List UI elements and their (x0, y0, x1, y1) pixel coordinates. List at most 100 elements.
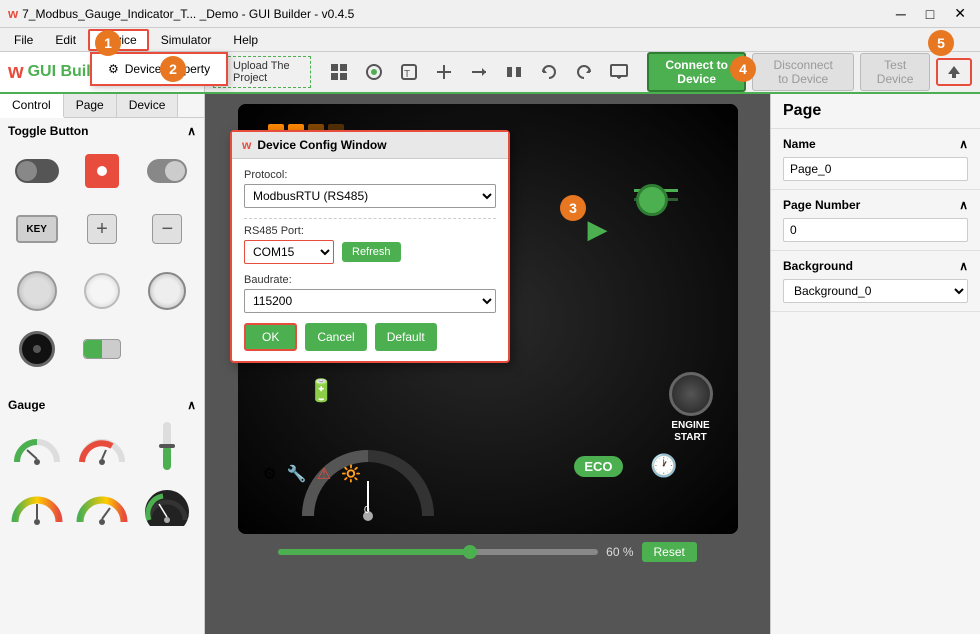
toolbar-icon-1[interactable] (323, 59, 355, 85)
page-number-chevron: ∧ (959, 198, 968, 212)
gauge-item-1[interactable] (8, 420, 67, 472)
test-button[interactable]: Test Device (860, 53, 930, 91)
gauge-section: Gauge ∧ (0, 392, 204, 536)
tab-page[interactable]: Page (64, 94, 117, 117)
gauge-section-label: Gauge (8, 398, 45, 412)
dialog-divider (244, 218, 496, 219)
gauge-item-4[interactable] (8, 478, 67, 530)
toggle-items-grid: KEY + − (8, 146, 196, 254)
rs485-field: RS485 Port: COM15 Refresh (244, 225, 496, 264)
page-name-input[interactable] (783, 157, 968, 181)
tab-control[interactable]: Control (0, 94, 64, 118)
device-config-dialog: w Device Config Window Protocol: ModbusR… (230, 130, 510, 363)
dash-green-indicator (636, 184, 668, 216)
maximize-button[interactable]: □ (920, 5, 940, 22)
baudrate-label: Baudrate: (244, 274, 496, 286)
toolbar-icon-4[interactable] (428, 59, 460, 85)
widget-toggle-1[interactable] (8, 146, 65, 196)
svg-text:0: 0 (364, 505, 370, 516)
dash-engine-area: ENGINESTART (669, 372, 713, 444)
background-section: Background ∧ Background_0 (771, 251, 980, 312)
baudrate-field: Baudrate: 115200 (244, 274, 496, 313)
app-icon: w (8, 6, 18, 21)
background-chevron: ∧ (959, 259, 968, 273)
dialog-title-text: Device Config Window (257, 138, 386, 152)
toolbar-center: T (319, 52, 639, 92)
slider-bar: 60 % Reset (278, 542, 697, 562)
menu-bar: File Edit Device Simulator Help (0, 28, 980, 52)
gauge-item-3[interactable] (137, 420, 196, 472)
cancel-button[interactable]: Cancel (305, 323, 366, 351)
protocol-field: Protocol: ModbusRTU (RS485) (244, 169, 496, 208)
toolbar-icon-redo[interactable] (568, 59, 600, 85)
widget-slider-1[interactable] (139, 146, 196, 196)
page-number-input[interactable] (783, 218, 968, 242)
widget-round-4[interactable] (8, 324, 65, 374)
upload-label: Upload The Project (233, 60, 302, 84)
dash-clock-icon: 🕐 (650, 453, 677, 479)
badge-2: 2 (160, 56, 186, 82)
dash-arrow-right: ▶ (588, 214, 608, 245)
page-number-header[interactable]: Page Number ∧ (783, 198, 968, 212)
gear-icon: ⚙ (108, 62, 119, 76)
rs485-label: RS485 Port: (244, 225, 496, 237)
toggle-section-header[interactable]: Toggle Button ∧ (8, 124, 196, 138)
widget-round-2[interactable] (73, 266, 130, 316)
widget-round-1[interactable] (8, 266, 65, 316)
port-select[interactable]: COM15 (244, 240, 334, 264)
gauge-chevron-icon: ∧ (187, 398, 196, 412)
reset-button[interactable]: Reset (642, 542, 697, 562)
protocol-select[interactable]: ModbusRTU (RS485) (244, 184, 496, 208)
toolbar-icon-undo[interactable] (533, 59, 565, 85)
zoom-slider-track[interactable] (278, 549, 598, 555)
widget-minus[interactable]: − (139, 204, 196, 254)
dialog-body: Protocol: ModbusRTU (RS485) RS485 Port: … (232, 159, 508, 361)
right-panel-title: Page (771, 94, 980, 129)
name-section-header[interactable]: Name ∧ (783, 137, 968, 151)
gauge-item-6[interactable] (137, 478, 196, 530)
close-button[interactable]: ✕ (948, 5, 972, 22)
background-header[interactable]: Background ∧ (783, 259, 968, 273)
dash-eco: ECO (574, 459, 622, 474)
widget-round-5[interactable] (73, 324, 130, 374)
toolbar-icon-monitor[interactable] (603, 59, 635, 85)
toolbar-icon-3[interactable]: T (393, 59, 425, 85)
menu-help[interactable]: Help (223, 31, 268, 49)
tab-device[interactable]: Device (117, 94, 179, 117)
page-number-label: Page Number (783, 198, 860, 212)
name-label: Name (783, 137, 816, 151)
rs485-row: COM15 Refresh (244, 240, 496, 264)
gauge-item-2[interactable] (73, 420, 132, 472)
dash-warning-icons: ⚙ 🔧 ⚠ 🔆 (263, 464, 362, 484)
gauge-section-header[interactable]: Gauge ∧ (8, 398, 196, 412)
background-select[interactable]: Background_0 (783, 279, 968, 303)
gauge-item-5[interactable] (73, 478, 132, 530)
name-section: Name ∧ (771, 129, 980, 190)
menu-edit[interactable]: Edit (45, 31, 86, 49)
default-button[interactable]: Default (375, 323, 437, 351)
widget-toggle-2[interactable] (73, 146, 130, 196)
badge-5: 5 (928, 30, 954, 56)
widget-round-3[interactable] (139, 266, 196, 316)
svg-text:T: T (404, 69, 410, 80)
toolbar-icon-2[interactable] (358, 59, 390, 85)
menu-simulator[interactable]: Simulator (151, 31, 222, 49)
toolbar-icon-6[interactable] (498, 59, 530, 85)
sidebar: Control Page Device Toggle Button ∧ (0, 94, 205, 634)
page-number-section: Page Number ∧ (771, 190, 980, 251)
upload-button[interactable] (936, 58, 972, 86)
baudrate-select[interactable]: 115200 (244, 289, 496, 313)
title-bar: w 7_Modbus_Gauge_Indicator_T... _Demo - … (0, 0, 980, 28)
refresh-button[interactable]: Refresh (342, 242, 401, 262)
toolbar-icon-5[interactable] (463, 59, 495, 85)
gauge-grid (8, 420, 196, 530)
widget-plus[interactable]: + (73, 204, 130, 254)
widget-key[interactable]: KEY (8, 204, 65, 254)
sidebar-tabs: Control Page Device (0, 94, 204, 118)
disconnect-button[interactable]: Disconnect to Device (752, 53, 854, 91)
minimize-button[interactable]: ─ (890, 5, 912, 22)
menu-file[interactable]: File (4, 31, 43, 49)
badge-1: 1 (95, 30, 121, 56)
ok-button[interactable]: OK (244, 323, 297, 351)
slider-percent: 60 % (606, 545, 633, 559)
